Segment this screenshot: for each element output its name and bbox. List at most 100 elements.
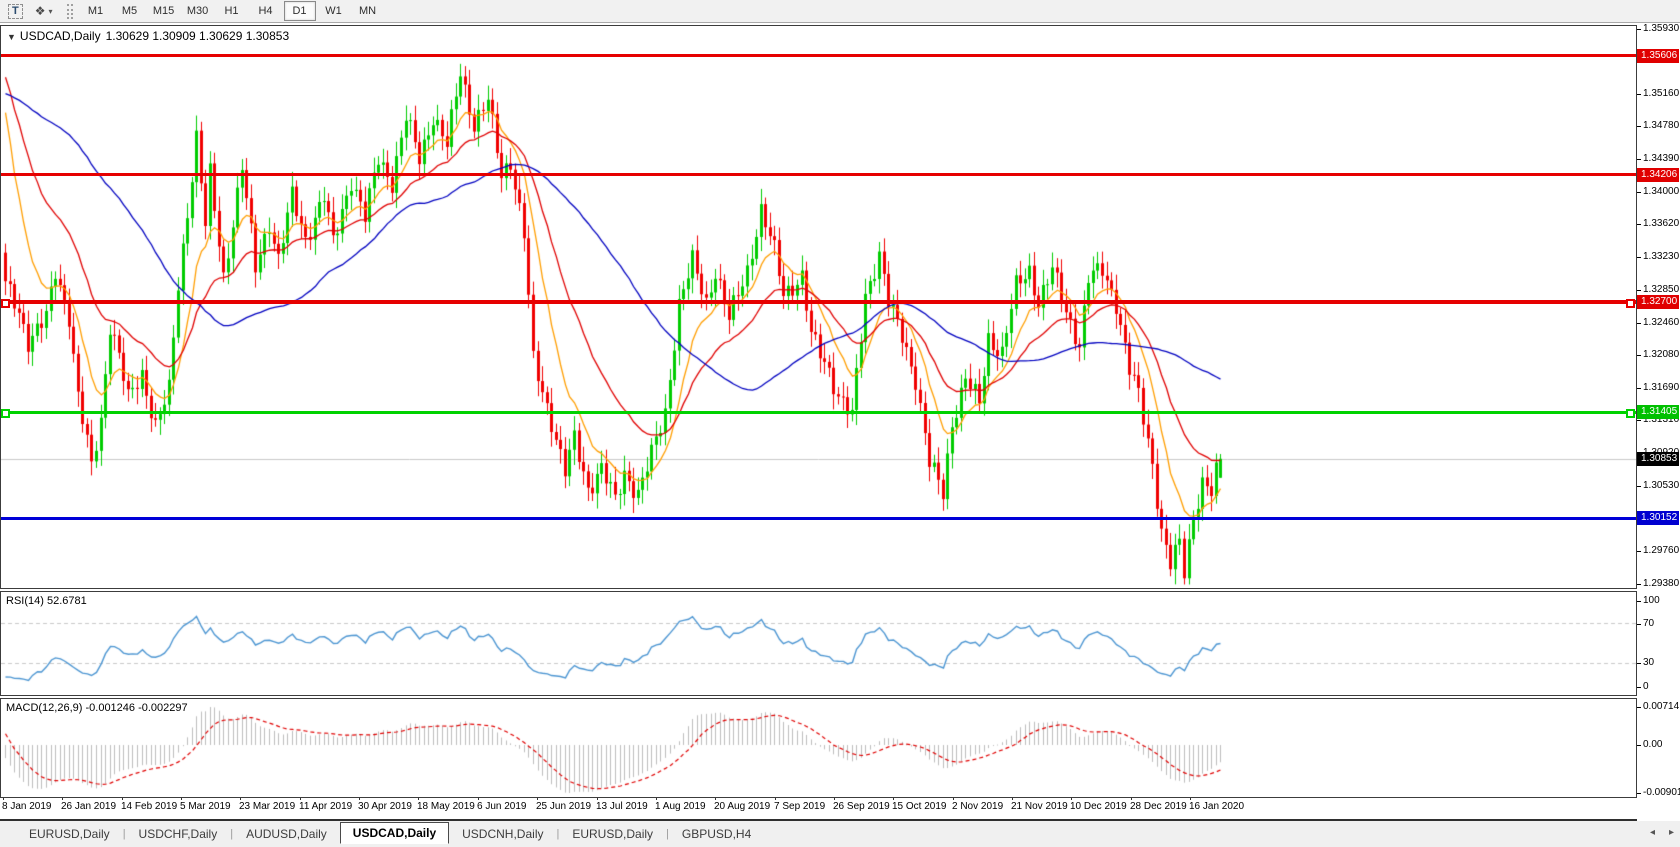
price-axis-tick [1637,192,1641,193]
date-axis-tick [1190,797,1191,800]
price-axis-label: 1.32850 [1643,284,1679,295]
date-axis-label: 30 Apr 2019 [358,801,412,812]
date-axis-label: 28 Dec 2019 [1130,801,1187,812]
date-axis-tick [893,797,894,800]
price-axis-tick [1637,355,1641,356]
macd-values: -0.001246 -0.002297 [85,702,187,714]
date-axis-label: 15 Oct 2019 [892,801,946,812]
price-axis-tick [1637,486,1641,487]
line-selection-handle[interactable] [1,409,10,418]
tab-usdcnh-daily[interactable]: USDCNH,Daily [449,824,556,844]
price-axis-tick [1637,388,1641,389]
rsi-axis-label: 30 [1643,657,1654,668]
timeframe-button-m15[interactable]: M15 [148,1,180,21]
chart-title: ▼USDCAD,Daily1.30629 1.30909 1.30629 1.3… [7,29,289,43]
price-axis-tick [1637,94,1641,95]
price-axis-badge: 1.34206 [1637,168,1679,182]
price-axis-label: 1.30530 [1643,480,1679,491]
date-axis-label: 8 Jan 2019 [2,801,52,812]
price-axis-tick [1637,159,1641,160]
price-axis-badge: 1.35606 [1637,49,1679,63]
tab-usdcad-daily[interactable]: USDCAD,Daily [340,822,449,844]
date-axis-tick [418,797,419,800]
date-axis-label: 20 Aug 2019 [714,801,770,812]
price-axis-label: 1.35930 [1643,23,1679,34]
price-axis-badge: 1.32700 [1637,295,1679,309]
price-axis-label: 1.32460 [1643,317,1679,328]
date-axis-tick [1131,797,1132,800]
horizontal-line-object[interactable] [0,300,1636,304]
price-axis-tick [1637,224,1641,225]
text-tool-icon: T [8,4,23,19]
price-axis-label: 1.35160 [1643,88,1679,99]
line-selection-handle[interactable] [1626,299,1635,308]
rsi-indicator-label: RSI(14) 52.6781 [6,595,87,607]
date-axis-label: 26 Sep 2019 [833,801,890,812]
timeframe-button-d1[interactable]: D1 [284,1,316,21]
date-axis-tick [1012,797,1013,800]
macd-axis-tick [1637,793,1641,794]
tab-scroll-right-button[interactable]: ▸ [1669,827,1674,839]
price-axis-badge: 1.30152 [1637,511,1679,525]
rsi-axis-tick [1637,624,1641,625]
date-axis-tick [953,797,954,800]
date-axis-tick [62,797,63,800]
macd-canvas[interactable] [1,699,1636,795]
chart-tab-bar: EURUSD,Daily|USDCHF,Daily|AUDUSD,DailyUS… [0,821,1680,847]
tab-usdchf-daily[interactable]: USDCHF,Daily [126,824,231,844]
toolbar-drag-handle[interactable] [67,4,73,19]
date-axis-tick [478,797,479,800]
horizontal-line-object[interactable] [0,517,1636,520]
tab-eurusd-daily[interactable]: EURUSD,Daily [559,824,666,844]
macd-axis-label: -0.009015 [1643,787,1680,798]
price-axis-label: 1.34000 [1643,186,1679,197]
date-axis-tick [834,797,835,800]
tab-gbpusd-h4[interactable]: GBPUSD,H4 [669,824,764,844]
cursor-tool-button[interactable]: ❖ ▾ [31,0,57,22]
rsi-axis-tick [1637,687,1641,688]
tab-scroll-left-button[interactable]: ◂ [1650,827,1655,839]
timeframe-button-h4[interactable]: H4 [250,1,282,21]
date-axis-label: 1 Aug 2019 [655,801,706,812]
rsi-axis-label: 70 [1643,618,1654,629]
timeframe-button-h1[interactable]: H1 [216,1,248,21]
timeframe-button-m1[interactable]: M1 [80,1,112,21]
rsi-axis-label: 100 [1643,595,1660,606]
tab-eurusd-daily[interactable]: EURUSD,Daily [16,824,123,844]
date-axis-tick [240,797,241,800]
chart-symbol-label: USDCAD,Daily [20,29,101,43]
date-axis-tick [181,797,182,800]
horizontal-line-object[interactable] [0,411,1636,414]
price-axis-tick [1637,420,1641,421]
price-axis-tick [1637,323,1641,324]
date-axis-tick [597,797,598,800]
chart-collapse-arrow[interactable]: ▼ [7,32,16,42]
rsi-axis-tick [1637,601,1641,602]
rsi-canvas[interactable] [1,592,1636,693]
horizontal-line-object[interactable] [0,173,1636,176]
timeframe-button-mn[interactable]: MN [352,1,384,21]
line-selection-handle[interactable] [1,299,10,308]
main-chart-canvas[interactable] [1,26,1636,586]
toolbar: T ❖ ▾ M1M5M15M30H1H4D1W1MN [0,0,1680,23]
date-axis-tick [122,797,123,800]
tab-audusd-daily[interactable]: AUDUSD,Daily [233,824,340,844]
cursor-tool-icon: ❖ [35,4,46,18]
price-axis-badge: 1.31405 [1637,405,1679,419]
timeframe-button-w1[interactable]: W1 [318,1,350,21]
date-axis-tick [715,797,716,800]
price-axis-label: 1.32080 [1643,349,1679,360]
date-axis-tick [537,797,538,800]
text-tool-button[interactable]: T [4,0,27,22]
timeframe-button-m30[interactable]: M30 [182,1,214,21]
horizontal-line-object[interactable] [0,54,1636,57]
tabs-holder: EURUSD,Daily|USDCHF,Daily|AUDUSD,DailyUS… [16,823,764,845]
price-axis-label: 1.34780 [1643,120,1679,131]
macd-axis-tick [1637,745,1641,746]
line-selection-handle[interactable] [1626,409,1635,418]
date-axis-tick [1071,797,1072,800]
date-axis-label: 23 Mar 2019 [239,801,295,812]
price-axis-tick [1637,551,1641,552]
timeframe-button-m5[interactable]: M5 [114,1,146,21]
date-axis-label: 2 Nov 2019 [952,801,1003,812]
